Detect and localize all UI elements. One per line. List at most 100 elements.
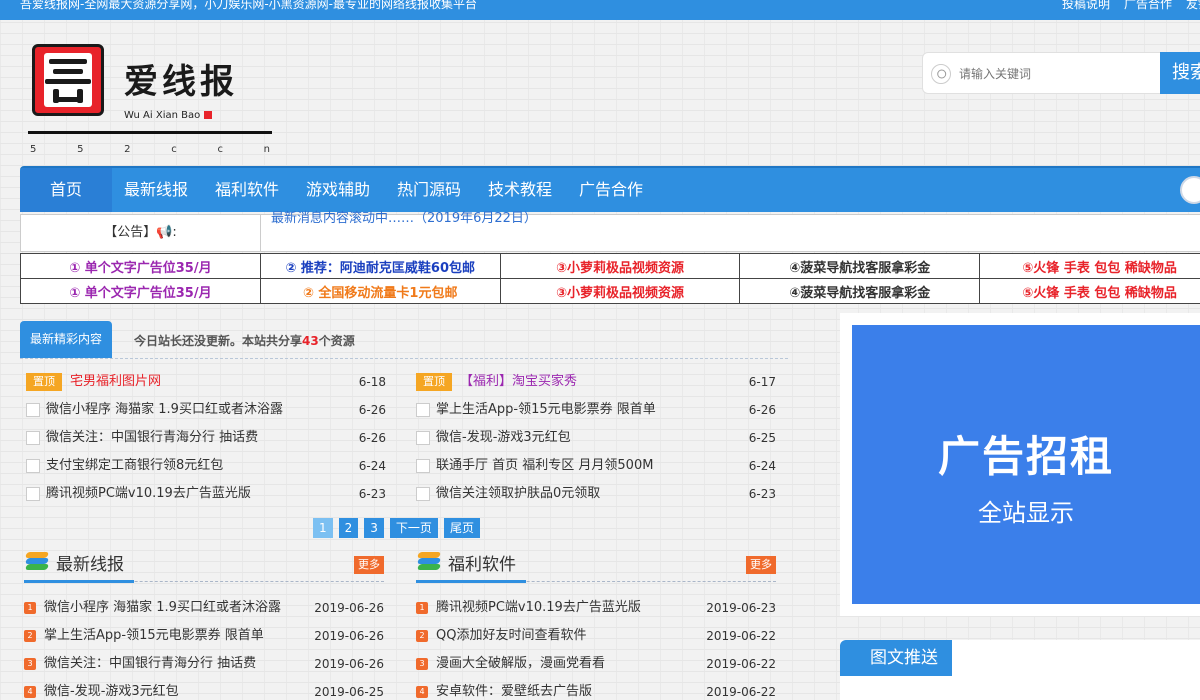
nav-item-source[interactable]: 热门源码 [397,168,461,212]
list-item-date: 6-18 [358,375,386,389]
list-item[interactable]: 联通手厅 首页 福利专区 月月领500M 6-24 [416,452,776,480]
ad-link[interactable]: ② 推荐：阿迪耐克匡威鞋60包邮 [259,253,501,279]
nav-item-home[interactable]: 首页 [20,168,112,212]
ad-banner[interactable]: 广告招租 全站显示 [840,313,1200,616]
top-bar: 吾爱线报网-全网最大资源分享网，小刀娱乐网-小黑资源网-最专业的网络线报收集平台… [0,0,1200,20]
ad-link[interactable]: ③小萝莉极品视频资源 [499,253,741,279]
list-item[interactable]: 1 微信小程序 海猫家 1.9买口红或者沐浴露 2019-06-26 [24,594,384,622]
ad-link[interactable]: ① 单个文字广告位35/月 [20,278,261,304]
announcement-label: 【公告】📢: [21,215,261,251]
list-item-title[interactable]: 【福利】淘宝买家秀 [460,368,577,396]
search-input[interactable] [959,63,1149,85]
latest-content-header: 最新精彩内容 今日站长还没更新。本站共分享43个资源 [20,321,788,361]
user-icon[interactable] [1180,176,1200,204]
section-latest: 最新线报 更多 1 微信小程序 海猫家 1.9买口红或者沐浴露 2019-06-… [24,546,384,700]
list-item-title[interactable]: QQ添加好友时间查看软件 [436,622,586,650]
list-item-title[interactable]: 联通手厅 首页 福利专区 月月领500M [436,452,653,480]
list-item[interactable]: 微信小程序 海猫家 1.9买口红或者沐浴露 6-26 [26,396,386,424]
page-3-button[interactable]: 3 [364,518,384,538]
announcement-text[interactable]: 最新消息内容滚动中……（2019年6月22日） [271,207,537,226]
list-item-date: 2019-06-22 [706,657,776,671]
list-item-date: 2019-06-22 [706,629,776,643]
checkbox-icon [416,487,430,501]
nav-item-tutorials[interactable]: 技术教程 [488,168,552,212]
ad-banner-inner: 广告招租 全站显示 [852,325,1200,604]
list-item-title[interactable]: 掌上生活App-领15元电影票券 限首单 [44,622,264,650]
list-item-title[interactable]: 微信关注：中国银行青海分行 抽话费 [44,650,256,678]
top-link-submit[interactable]: 投稿说明 [1062,0,1110,10]
list-item-title[interactable]: 微信-发现-游戏3元红包 [436,424,571,452]
list-item[interactable]: 4 安卓软件：爱壁纸去广告版 2019-06-22 [416,678,776,700]
search-button[interactable]: 搜索 [1160,52,1200,94]
pinned-badge: 置顶 [416,373,452,391]
list-item-title[interactable]: 漫画大全破解版，漫画党看看 [436,650,605,678]
list-item-date: 6-23 [358,487,386,501]
logo-domain: 5 5 2 c c n [30,144,270,155]
pinned-badge: 置顶 [26,373,62,391]
checkbox-icon [26,459,40,473]
more-button[interactable]: 更多 [354,556,384,574]
logo-pinyin: Wu Ai Xian Bao [124,110,201,121]
site-logo[interactable]: 爱线报 Wu Ai Xian Bao 5 5 2 c c n [28,40,278,160]
rank-badge: 3 [416,658,428,670]
page-1-button[interactable]: 1 [313,518,333,538]
list-item-title[interactable]: 掌上生活App-领15元电影票券 限首单 [436,396,656,424]
top-link-friends[interactable]: 友链 [1186,0,1200,10]
list-item-title[interactable]: 腾讯视频PC端v10.19去广告蓝光版 [436,594,641,622]
ad-link[interactable]: ② 全国移动流量卡1元包邮 [259,278,501,304]
list-item[interactable]: 微信关注领取护肤品0元领取 6-23 [416,480,776,508]
section-software: 福利软件 更多 1 腾讯视频PC端v10.19去广告蓝光版 2019-06-23… [416,546,776,700]
rank-badge: 2 [416,630,428,642]
list-item[interactable]: 3 微信关注：中国银行青海分行 抽话费 2019-06-26 [24,650,384,678]
list-item[interactable]: 置顶 【福利】淘宝买家秀 6-17 [416,368,776,396]
list-item[interactable]: 置顶 宅男福利图片网 6-18 [26,368,386,396]
next-page-button[interactable]: 下一页 [389,518,438,538]
more-button[interactable]: 更多 [746,556,776,574]
last-page-button[interactable]: 尾页 [443,518,480,538]
list-item[interactable]: 腾讯视频PC端v10.19去广告蓝光版 6-23 [26,480,386,508]
list-item-date: 6-23 [748,487,776,501]
ad-link[interactable]: ① 单个文字广告位35/月 [20,253,261,279]
list-item[interactable]: 3 漫画大全破解版，漫画党看看 2019-06-22 [416,650,776,678]
ad-link[interactable]: ③小萝莉极品视频资源 [499,278,741,304]
list-item-date: 6-24 [358,459,386,473]
list-item-title[interactable]: 微信小程序 海猫家 1.9买口红或者沐浴露 [44,594,281,622]
list-item-date: 6-26 [748,403,776,417]
top-link-ads[interactable]: 广告合作 [1124,0,1172,10]
nav-item-latest[interactable]: 最新线报 [124,168,188,212]
list-item[interactable]: 1 腾讯视频PC端v10.19去广告蓝光版 2019-06-23 [416,594,776,622]
list-item-title[interactable]: 腾讯视频PC端v10.19去广告蓝光版 [46,480,251,508]
list-item[interactable]: 2 QQ添加好友时间查看软件 2019-06-22 [416,622,776,650]
nav-item-software[interactable]: 福利软件 [215,168,279,212]
list-item-title[interactable]: 微信关注领取护肤品0元领取 [436,480,600,508]
list-item-title[interactable]: 安卓软件：爱壁纸去广告版 [436,678,592,700]
list-item[interactable]: 4 微信-发现-游戏3元红包 2019-06-25 [24,678,384,700]
list-item-title[interactable]: 微信关注：中国银行青海分行 抽话费 [46,424,258,452]
list-item-date: 2019-06-22 [706,685,776,699]
list-item[interactable]: 2 掌上生活App-领15元电影票券 限首单 2019-06-26 [24,622,384,650]
list-item-date: 6-25 [748,431,776,445]
list-item-title[interactable]: 微信-发现-游戏3元红包 [44,678,179,700]
layers-icon [416,552,442,572]
checkbox-icon [26,403,40,417]
nav-item-games[interactable]: 游戏辅助 [306,168,370,212]
nav-item-ads[interactable]: 广告合作 [579,168,643,212]
update-notice-prefix: 今日站长还没更新。本站共分享 [134,334,303,348]
picture-news-panel: 图文推送 [840,640,1200,700]
latest-content-tab[interactable]: 最新精彩内容 [20,321,112,358]
list-item-title[interactable]: 支付宝绑定工商银行领8元红包 [46,452,223,480]
list-item[interactable]: 微信关注：中国银行青海分行 抽话费 6-26 [26,424,386,452]
list-item[interactable]: 微信-发现-游戏3元红包 6-25 [416,424,776,452]
list-item[interactable]: 支付宝绑定工商银行领8元红包 6-24 [26,452,386,480]
page-2-button[interactable]: 2 [338,518,359,538]
ad-banner-subtitle: 全站显示 [978,499,1074,527]
list-item-title[interactable]: 宅男福利图片网 [70,368,161,396]
ad-link[interactable]: ④菠菜导航找客服拿彩金 [739,278,981,304]
ad-link[interactable]: ⑤火锋 手表 包包 稀缺物品 [979,253,1200,279]
ad-link[interactable]: ⑤火锋 手表 包包 稀缺物品 [979,278,1200,304]
ad-link[interactable]: ④菠菜导航找客服拿彩金 [739,253,981,279]
list-item-title[interactable]: 微信小程序 海猫家 1.9买口红或者沐浴露 [46,396,283,424]
checkbox-icon [416,403,430,417]
list-item[interactable]: 掌上生活App-领15元电影票券 限首单 6-26 [416,396,776,424]
picture-news-tab[interactable]: 图文推送 [840,640,952,676]
